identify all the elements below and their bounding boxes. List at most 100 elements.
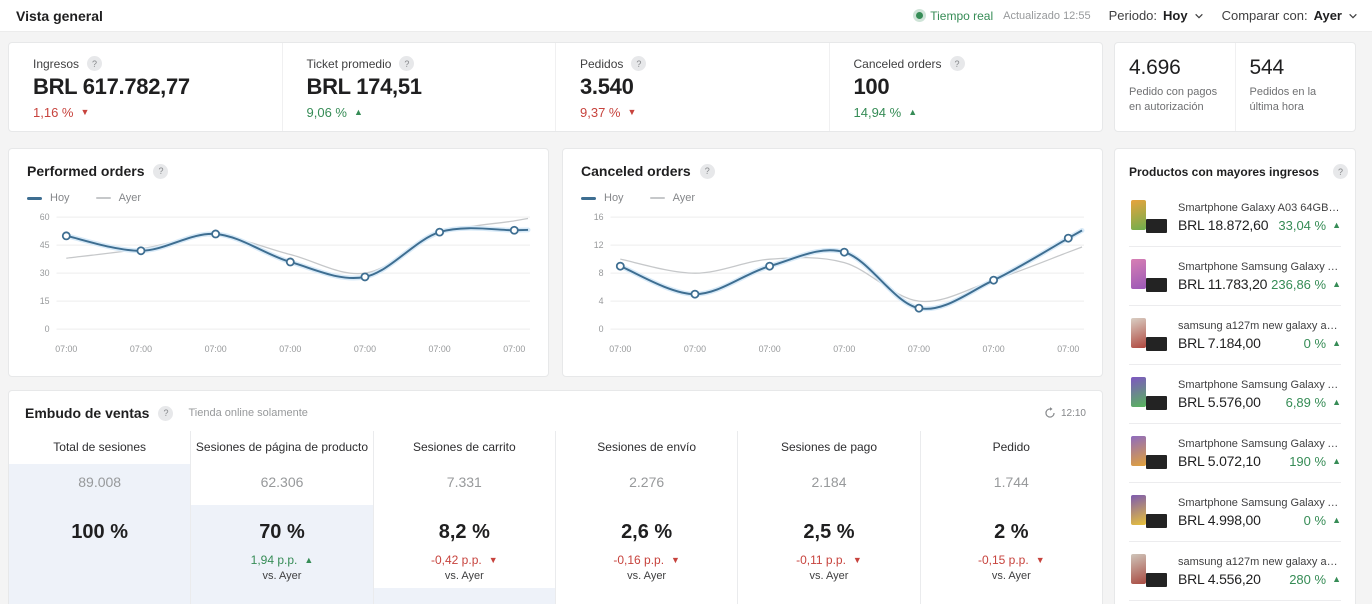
- top-products-card: Productos con mayores ingresos ? Smartph…: [1114, 148, 1356, 604]
- product-row[interactable]: samsung a127m new galaxy a12 64gb… BRL 7…: [1129, 306, 1341, 365]
- product-thumbnail: [1129, 435, 1167, 471]
- product-thumbnail: [1129, 258, 1167, 294]
- trend-arrow-icon: ▼: [671, 556, 680, 565]
- legend-item: Ayer: [650, 192, 695, 204]
- trend-arrow-icon: ▲: [1332, 457, 1341, 466]
- kpi-label: Pedidos: [580, 57, 623, 71]
- trend-arrow-icon: ▼: [853, 556, 862, 565]
- phone-image: [1131, 436, 1146, 466]
- help-icon[interactable]: ?: [631, 56, 646, 71]
- legend-label: Hoy: [604, 192, 624, 204]
- product-name: samsung a127m new galaxy a12 64gb…: [1178, 556, 1341, 568]
- product-delta: 0 % ▲: [1304, 336, 1341, 351]
- product-row[interactable]: Smartphone Samsung Galaxy A22 12… BRL 5.…: [1129, 365, 1341, 424]
- compare-select[interactable]: Comparar con: Ayer: [1222, 8, 1358, 23]
- help-icon[interactable]: ?: [87, 56, 102, 71]
- product-delta: 280 % ▲: [1289, 572, 1341, 587]
- funnel-step-percent: 8,2 %: [374, 521, 555, 544]
- chart-title: Canceled orders: [581, 163, 691, 179]
- funnel-title: Embudo de ventas: [25, 405, 149, 421]
- side-stat-value: 4.696: [1129, 56, 1221, 80]
- svg-text:07:00: 07:00: [908, 344, 930, 354]
- topbar: Vista general Tiempo real Actualizado 12…: [0, 0, 1372, 32]
- chart-card: Performed orders ? HoyAyer 01530456007:0…: [8, 148, 549, 377]
- funnel-delta-value: 1,94 p.p.: [251, 553, 298, 567]
- funnel-step-delta: -0,42 p.p. ▼: [374, 553, 555, 567]
- kpi-delta: 9,37 % ▼: [580, 105, 805, 120]
- kpi-delta: 14,94 % ▲: [854, 105, 1079, 120]
- product-row[interactable]: Smartphone Galaxy A03 64GB 4G Wi-… BRL 1…: [1129, 188, 1341, 247]
- box-image: [1146, 337, 1167, 351]
- product-name: Smartphone Samsung Galaxy A32 12…: [1178, 261, 1341, 273]
- phone-image: [1131, 318, 1146, 348]
- product-row[interactable]: Smartphone Samsung Galaxy A72, C… BRL 4.…: [1129, 483, 1341, 542]
- funnel-step: Total de sesiones 89.008 100 %: [9, 431, 190, 604]
- trend-arrow-icon: ▲: [354, 108, 363, 117]
- legend-swatch: [27, 197, 42, 200]
- kpi-value: BRL 174,51: [307, 74, 532, 100]
- product-thumbnail: [1129, 199, 1167, 235]
- funnel-step-percent: 2,6 %: [556, 521, 737, 544]
- product-delta-value: 190 %: [1289, 454, 1326, 469]
- help-icon[interactable]: ?: [158, 406, 173, 421]
- funnel-step-delta: -0,16 p.p. ▼: [556, 553, 737, 567]
- svg-text:4: 4: [599, 296, 604, 306]
- trend-arrow-icon: ▲: [908, 108, 917, 117]
- period-value: Hoy: [1163, 8, 1188, 23]
- product-delta-value: 236,86 %: [1271, 277, 1326, 292]
- svg-text:30: 30: [40, 268, 50, 278]
- kpi-card: Ingresos ? BRL 617.782,77 1,16 % ▼: [9, 43, 282, 131]
- product-row[interactable]: samsung a127m new galaxy a12 64gb… BRL 4…: [1129, 542, 1341, 601]
- product-revenue: BRL 4.998,00: [1178, 512, 1304, 528]
- funnel-step-percent: 100 %: [9, 521, 190, 544]
- product-delta: 0 % ▲: [1304, 513, 1341, 528]
- funnel-fill: [374, 588, 555, 604]
- side-stat: 544 Pedidos en la última hora: [1235, 43, 1356, 131]
- svg-text:15: 15: [40, 296, 50, 306]
- trend-arrow-icon: ▼: [1036, 556, 1045, 565]
- help-icon[interactable]: ?: [950, 56, 965, 71]
- box-image: [1146, 514, 1167, 528]
- product-delta: 33,04 % ▲: [1278, 218, 1341, 233]
- funnel-vs-label: vs. Ayer: [921, 570, 1102, 582]
- legend-item: Hoy: [581, 192, 624, 204]
- product-thumbnail: [1129, 553, 1167, 589]
- funnel-body: Total de sesiones 89.008 100 % Sesiones …: [9, 431, 1102, 604]
- svg-text:07:00: 07:00: [983, 344, 1005, 354]
- overview-dashboard: Vista general Tiempo real Actualizado 12…: [0, 0, 1372, 604]
- help-icon[interactable]: ?: [700, 164, 715, 179]
- trend-arrow-icon: ▲: [1332, 398, 1341, 407]
- product-row[interactable]: Smartphone Samsung Galaxy A32 12… BRL 5.…: [1129, 424, 1341, 483]
- compare-value: Ayer: [1314, 8, 1342, 23]
- legend-label: Hoy: [50, 192, 70, 204]
- period-select[interactable]: Periodo: Hoy: [1109, 8, 1204, 23]
- product-delta-value: 6,89 %: [1286, 395, 1326, 410]
- funnel-step-count: 2.184: [738, 474, 919, 490]
- funnel-vs-label: vs. Ayer: [374, 570, 555, 582]
- realtime-label: Tiempo real: [930, 9, 993, 23]
- funnel-step-count: 89.008: [9, 474, 190, 490]
- help-icon[interactable]: ?: [1333, 164, 1348, 179]
- help-icon[interactable]: ?: [399, 56, 414, 71]
- refresh-button[interactable]: 12:10: [1044, 407, 1086, 419]
- funnel-step-percent: 70 %: [191, 521, 372, 544]
- product-name: Smartphone Galaxy A03 64GB 4G Wi-…: [1178, 202, 1341, 214]
- refresh-time: 12:10: [1061, 408, 1086, 419]
- chart-legend: Hoy Ayer: [581, 192, 1084, 204]
- kpi-value: 3.540: [580, 74, 805, 100]
- kpi-delta: 9,06 % ▲: [307, 105, 532, 120]
- chart-legend: HoyAyer: [27, 192, 530, 204]
- kpi-delta-value: 9,37 %: [580, 105, 620, 120]
- product-name: Smartphone Samsung Galaxy A72, C…: [1178, 497, 1341, 509]
- kpi-row: Ingresos ? BRL 617.782,77 1,16 % ▼ Ticke…: [8, 42, 1103, 132]
- svg-text:07:00: 07:00: [279, 344, 301, 354]
- product-delta: 6,89 % ▲: [1286, 395, 1341, 410]
- product-revenue: BRL 11.783,20: [1178, 276, 1271, 292]
- trend-arrow-icon: ▼: [489, 556, 498, 565]
- trend-arrow-icon: ▲: [304, 556, 313, 565]
- side-stats-card: 4.696 Pedido con pagos en autorización 5…: [1114, 42, 1356, 132]
- product-revenue: BRL 7.184,00: [1178, 335, 1304, 351]
- help-icon[interactable]: ?: [153, 164, 168, 179]
- refresh-icon: [1044, 407, 1056, 419]
- product-row[interactable]: Smartphone Samsung Galaxy A32 12… BRL 11…: [1129, 247, 1341, 306]
